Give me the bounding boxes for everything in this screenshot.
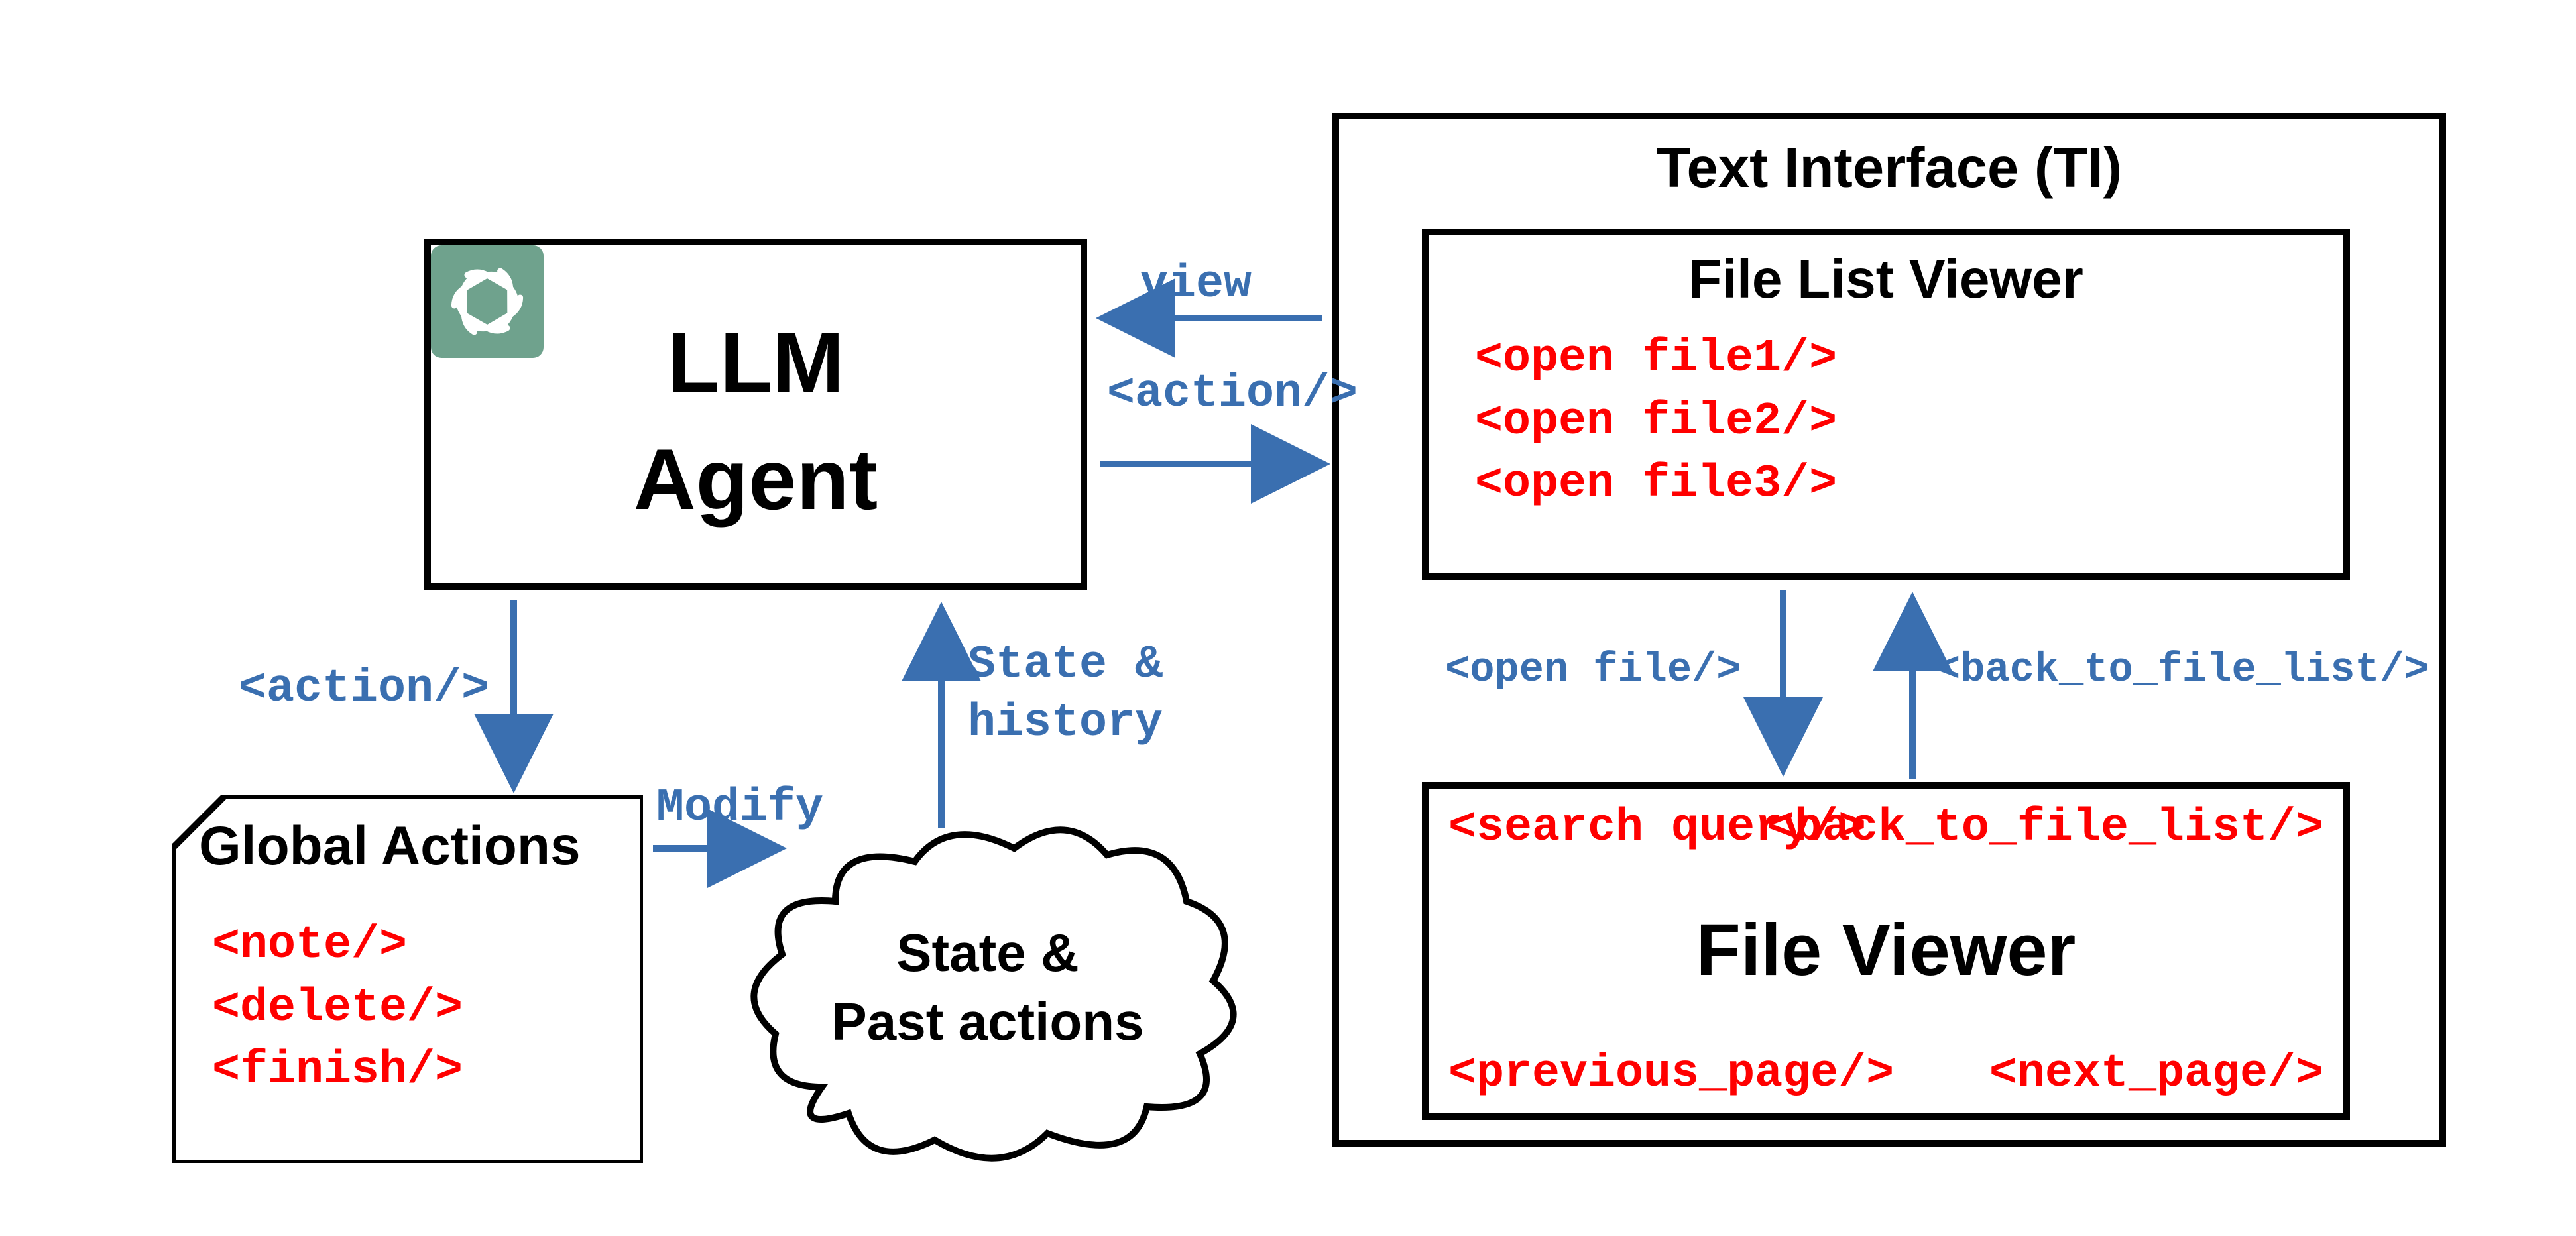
file-list-viewer-box: File List Viewer <open file1/> <open fil… <box>1422 229 2350 580</box>
global-action-delete: <delete/> <box>212 978 463 1040</box>
file-viewer-top-right: <back_to_file_list/> <box>1767 802 2323 854</box>
edge-state-to-agent-label: State & history <box>968 636 1163 752</box>
edge-state-to-agent-line2: history <box>968 695 1163 753</box>
llm-agent-box: LLM Agent <box>424 239 1087 590</box>
file-list-item-2: <open file2/> <box>1475 391 1837 454</box>
global-actions-box: Global Actions <note/> <delete/> <finish… <box>172 795 643 1163</box>
file-list-viewer-title: File List Viewer <box>1429 249 2343 311</box>
global-action-note: <note/> <box>212 915 463 978</box>
file-viewer-bottom-left: <previous_page/> <box>1448 1048 1894 1100</box>
edge-flv-to-fv-label: <open file/> <box>1445 646 1741 693</box>
state-cloud-label: State & Past actions <box>736 809 1240 1166</box>
global-action-finish: <finish/> <box>212 1040 463 1103</box>
file-viewer-box: <search query/> <back_to_file_list/> Fil… <box>1422 782 2350 1120</box>
state-cloud-line1: State & <box>831 919 1143 987</box>
edge-fv-to-flv-label: <back_to_file_list/> <box>1936 646 2429 693</box>
edge-ti-to-agent-label: view <box>1140 258 1252 311</box>
llm-agent-title-line1: LLM <box>431 305 1081 421</box>
state-cloud-line2: Past actions <box>831 987 1143 1056</box>
edge-state-to-agent-line1: State & <box>968 636 1163 695</box>
file-viewer-title: File Viewer <box>1429 908 2343 992</box>
file-list-item-1: <open file1/> <box>1475 328 1837 391</box>
llm-agent-title-line2: Agent <box>431 421 1081 538</box>
file-list-item-3: <open file3/> <box>1475 453 1837 516</box>
text-interface-title: Text Interface (TI) <box>1339 136 2439 201</box>
edge-agent-to-ti-label: <action/> <box>1107 368 1358 420</box>
edge-agent-to-global-label: <action/> <box>239 663 489 715</box>
global-actions-title: Global Actions <box>199 815 581 877</box>
file-viewer-bottom-right: <next_page/> <box>1989 1048 2323 1100</box>
edge-global-to-state-label: Modify <box>656 782 823 834</box>
text-interface-box: Text Interface (TI) File List Viewer <op… <box>1332 113 2446 1147</box>
